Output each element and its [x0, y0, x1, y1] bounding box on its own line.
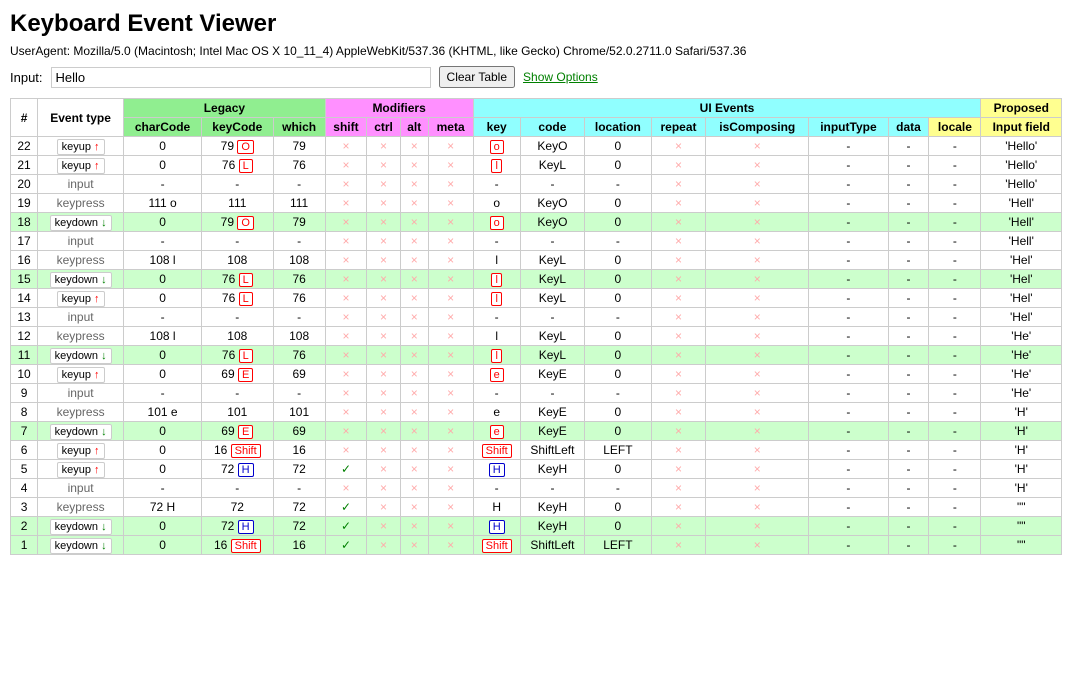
col-iscomposing: isComposing [706, 118, 809, 137]
events-table: # Event type Legacy Modifiers UI Events … [10, 98, 1062, 555]
table-row: 12keypress108 l108108××××lKeyL0××---'He' [11, 327, 1062, 346]
table-row: 13input---××××---××---'Hel' [11, 308, 1062, 327]
col-header-eventtype: Event type [38, 99, 124, 137]
col-keycode: keyCode [202, 118, 274, 137]
table-row: 14keyup ↑076 L76××××lKeyL0××---'Hel' [11, 289, 1062, 308]
table-row: 20input---××××---××---'Hello' [11, 175, 1062, 194]
table-row: 19keypress111 o111111××××oKeyO0××---'Hel… [11, 194, 1062, 213]
table-row: 10keyup ↑069 E69××××eKeyE0××---'He' [11, 365, 1062, 384]
header-modifiers: Modifiers [325, 99, 473, 118]
clear-button[interactable]: Clear Table [439, 66, 515, 88]
col-header-num: # [11, 99, 38, 137]
col-inputfield: Input field [981, 118, 1062, 137]
header-proposed: Proposed [981, 99, 1062, 118]
col-which: which [273, 118, 325, 137]
table-row: 21keyup ↑076 L76××××lKeyL0××---'Hello' [11, 156, 1062, 175]
header-uievents: UI Events [473, 99, 981, 118]
table-row: 6keyup ↑016 Shift16××××ShiftShiftLeftLEF… [11, 441, 1062, 460]
table-row: 17input---××××---××---'Hell' [11, 232, 1062, 251]
table-row: 3keypress72 H7272✓×××HKeyH0××---"" [11, 498, 1062, 517]
col-data: data [888, 118, 929, 137]
col-code: code [520, 118, 584, 137]
header-legacy: Legacy [124, 99, 326, 118]
col-alt: alt [400, 118, 428, 137]
col-repeat: repeat [651, 118, 706, 137]
table-row: 16keypress108 l108108××××lKeyL0××---'Hel… [11, 251, 1062, 270]
input-label: Input: [10, 70, 43, 85]
col-location: location [585, 118, 652, 137]
table-row: 8keypress101 e101101××××eKeyE0××---'H' [11, 403, 1062, 422]
col-inputtype: inputType [809, 118, 888, 137]
col-key: key [473, 118, 520, 137]
table-row: 18keydown ↓079 O79××××oKeyO0××---'Hell' [11, 213, 1062, 232]
table-row: 1keydown ↓016 Shift16✓×××ShiftShiftLeftL… [11, 536, 1062, 555]
col-locale: locale [929, 118, 981, 137]
table-row: 11keydown ↓076 L76××××lKeyL0××---'He' [11, 346, 1062, 365]
col-charcode: charCode [124, 118, 202, 137]
table-row: 7keydown ↓069 E69××××eKeyE0××---'H' [11, 422, 1062, 441]
page-title: Keyboard Event Viewer [10, 10, 1062, 38]
table-row: 9input---××××---××---'He' [11, 384, 1062, 403]
table-row: 15keydown ↓076 L76××××lKeyL0××---'Hel' [11, 270, 1062, 289]
col-shift: shift [325, 118, 367, 137]
show-options-link[interactable]: Show Options [523, 70, 598, 84]
text-input[interactable] [51, 67, 431, 88]
table-row: 22keyup ↑079 O79××××oKeyO0××---'Hello' [11, 137, 1062, 156]
table-row: 4input---××××---××---'H' [11, 479, 1062, 498]
useragent-text: UserAgent: Mozilla/5.0 (Macintosh; Intel… [10, 44, 1062, 58]
col-ctrl: ctrl [367, 118, 401, 137]
table-row: 5keyup ↑072 H72✓×××HKeyH0××---'H' [11, 460, 1062, 479]
col-meta: meta [428, 118, 473, 137]
table-row: 2keydown ↓072 H72✓×××HKeyH0××---"" [11, 517, 1062, 536]
